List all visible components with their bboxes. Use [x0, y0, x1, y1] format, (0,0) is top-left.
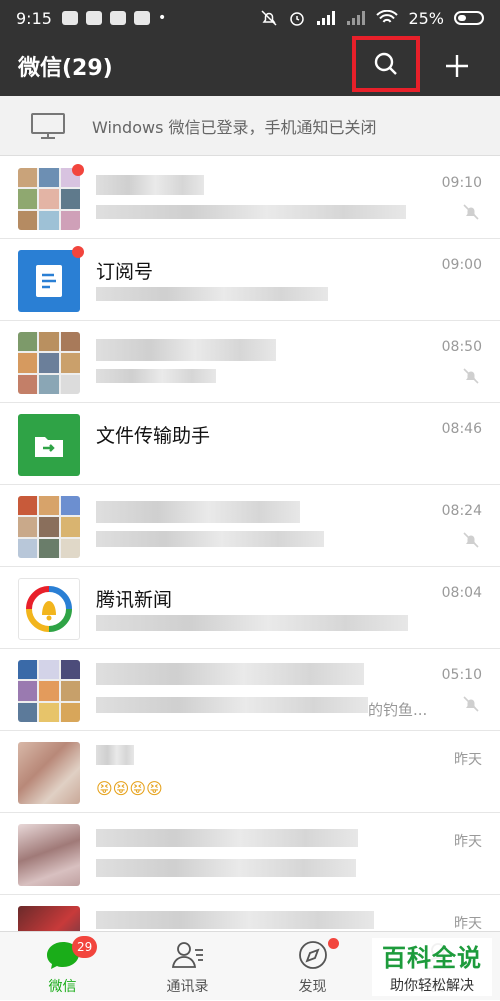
chat-time: 09:10: [441, 175, 482, 191]
site-watermark: 百科全说 助你轻松解决: [372, 938, 492, 996]
tab-chats[interactable]: 29 微信: [0, 932, 125, 1001]
status-right: 25%: [260, 9, 484, 28]
chat-message: 😝😝😝😝: [96, 779, 163, 798]
chat-time: 08:50: [441, 339, 482, 355]
tab-label: 微信: [48, 979, 77, 995]
watermark-subtitle: 助你轻松解决: [390, 978, 474, 994]
blurred-message: [96, 369, 216, 383]
chat-time: 08:04: [441, 585, 482, 601]
status-time: 9:15: [16, 8, 52, 28]
contact-avatar: [18, 742, 80, 804]
unread-dot: [72, 164, 84, 176]
unread-dot: [72, 246, 84, 258]
signal-weak-icon: [347, 11, 366, 25]
tab-label: 通讯录: [166, 979, 209, 995]
blurred-name: [96, 745, 134, 765]
compass-icon: [293, 938, 333, 972]
app-header: 微信(29): [0, 36, 500, 96]
mute-bell-icon: [463, 204, 479, 220]
chat-item[interactable]: 09:10: [0, 157, 500, 239]
chat-time: 05:10: [441, 667, 482, 683]
signal-icon: [317, 11, 336, 25]
blurred-message: [96, 205, 406, 219]
search-icon: [374, 52, 397, 75]
battery-icon: [454, 11, 484, 25]
blurred-name: [96, 829, 358, 847]
chat-item[interactable]: 文件传输助手 08:46: [0, 403, 500, 485]
chat-time: 昨天: [454, 752, 482, 768]
tab-contacts[interactable]: 通讯录: [125, 932, 250, 1001]
blurred-name: [96, 175, 204, 195]
chat-name: 腾讯新闻: [96, 589, 173, 611]
blurred-message: [96, 697, 368, 713]
contact-avatar: [18, 824, 80, 886]
alipay-icon: [109, 11, 126, 25]
watermark-title: 百科全说: [382, 944, 482, 972]
blurred-name: [96, 339, 276, 361]
status-bar: 9:15 • 25%: [0, 0, 500, 36]
wechat-icon: [85, 11, 102, 25]
document-icon: [36, 265, 62, 297]
unread-count-badge: 29: [72, 936, 98, 958]
chat-time: 昨天: [454, 916, 482, 931]
discover-new-dot: [328, 938, 339, 949]
chat-item[interactable]: 的钓鱼... 05:10: [0, 649, 500, 731]
chat-item[interactable]: 昨天: [0, 895, 500, 931]
group-avatar: [18, 660, 80, 722]
chat-item[interactable]: 😝😝😝😝 昨天: [0, 731, 500, 813]
monitor-icon: [31, 112, 65, 139]
group-avatar: [18, 496, 80, 558]
chat-list: 09:10 订阅号 09:00 08:50 文件传输助手 08:46 08:24…: [0, 157, 500, 931]
chat-item[interactable]: 腾讯新闻 08:04: [0, 567, 500, 649]
more-dots-icon: •: [157, 10, 167, 26]
mute-bell-icon: [463, 532, 479, 548]
desktop-login-notice[interactable]: Windows 微信已登录，手机通知已关闭: [0, 96, 500, 156]
folder-arrow-icon: [35, 437, 63, 457]
chat-name: 文件传输助手: [96, 425, 211, 447]
tiktok-icon: [133, 11, 150, 25]
blurred-message: [96, 615, 408, 631]
plus-icon: [446, 55, 468, 77]
notification-icons: •: [61, 10, 167, 26]
battery-percent: 25%: [408, 8, 444, 28]
add-button[interactable]: [432, 44, 482, 88]
blurred-message: [96, 287, 328, 301]
news-logo-icon: [26, 586, 72, 632]
chat-item[interactable]: 08:24: [0, 485, 500, 567]
chat-item[interactable]: 昨天: [0, 813, 500, 895]
chat-time: 08:46: [441, 421, 482, 437]
tab-label: 发现: [298, 979, 327, 995]
group-avatar: [18, 168, 80, 230]
mute-bell-icon: [463, 368, 479, 384]
group-avatar: [18, 332, 80, 394]
chat-item[interactable]: 订阅号 09:00: [0, 239, 500, 321]
search-button[interactable]: [352, 36, 420, 92]
chat-time: 08:24: [441, 503, 482, 519]
contact-avatar: [18, 906, 80, 931]
blurred-message: [96, 531, 324, 547]
blurred-name: [96, 663, 364, 685]
login-notice-text: Windows 微信已登录，手机通知已关闭: [92, 117, 377, 137]
wifi-icon: [376, 10, 399, 23]
chat-time: 昨天: [454, 834, 482, 850]
mute-bell-icon: [463, 696, 479, 712]
blurred-name: [96, 501, 300, 523]
chat-name: 订阅号: [96, 261, 154, 283]
blurred-message: [96, 859, 356, 877]
alarm-icon: [290, 12, 305, 26]
blurred-name: [96, 911, 374, 929]
chat-message: 的钓鱼...: [368, 701, 428, 719]
message-icon: [61, 11, 78, 25]
tencent-news-avatar: [18, 578, 80, 640]
chat-item[interactable]: 08:50: [0, 321, 500, 403]
contacts-icon: [168, 938, 208, 972]
bell-off-icon: [261, 10, 277, 26]
file-transfer-avatar: [18, 414, 80, 476]
page-title: 微信(29): [18, 56, 113, 81]
chat-time: 09:00: [441, 257, 482, 273]
tab-discover[interactable]: 发现: [250, 932, 375, 1001]
subscription-avatar: [18, 250, 80, 312]
